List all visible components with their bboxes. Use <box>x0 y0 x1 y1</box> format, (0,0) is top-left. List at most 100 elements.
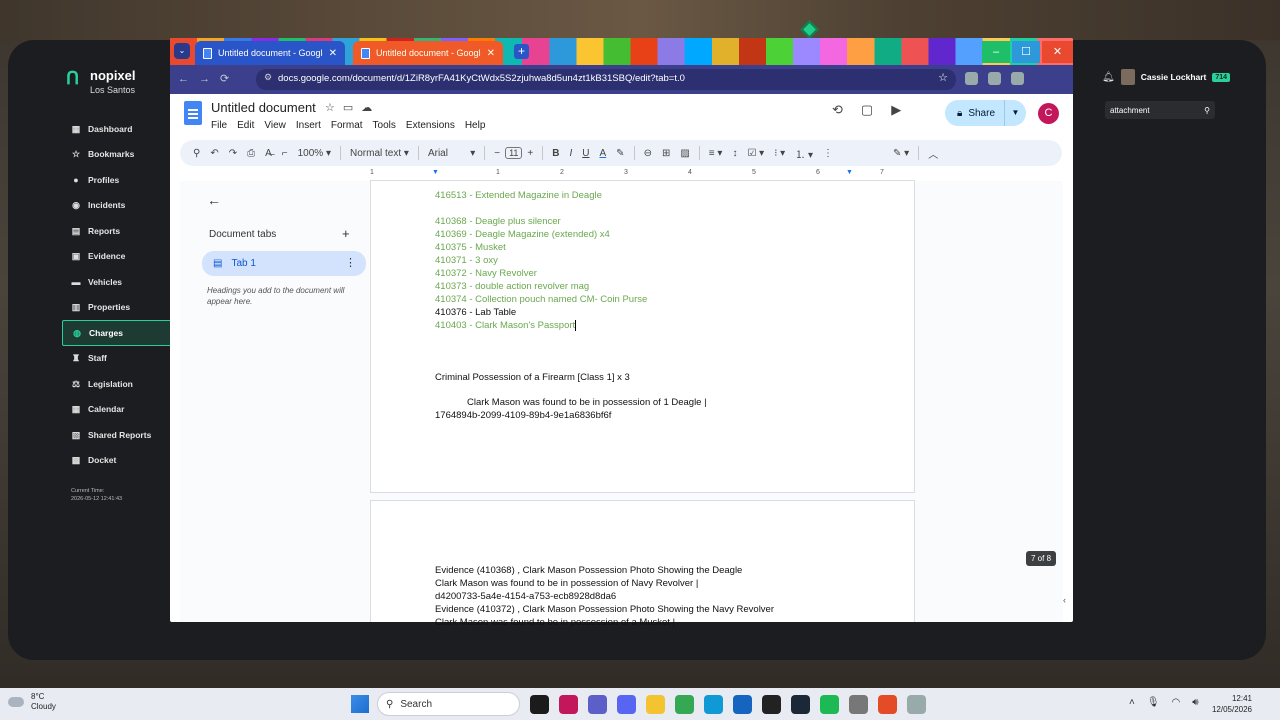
extension-icon[interactable] <box>965 72 978 85</box>
mdt-search-input[interactable]: attachment ⚲ <box>1105 101 1215 119</box>
more-options-icon[interactable]: ⋮ <box>345 256 356 269</box>
system-clock[interactable]: 12:41 12/05/2026 <box>1208 693 1252 715</box>
bell-icon[interactable]: 🔔︎ <box>1102 72 1115 83</box>
line-spacing-icon[interactable]: ↕ <box>727 148 742 159</box>
history-icon[interactable]: ⟲ <box>832 102 843 118</box>
volume-icon[interactable]: 🔊︎ <box>1192 697 1198 708</box>
nav-item-dashboard[interactable]: ▦ Dashboard <box>62 116 172 142</box>
extension-icon[interactable] <box>1011 72 1024 85</box>
menu-insert[interactable]: Insert <box>296 120 321 131</box>
comment-icon[interactable]: ▢ <box>861 102 873 118</box>
taskbar-search[interactable]: ⚲ Search <box>377 692 520 716</box>
numbered-list-icon[interactable]: ⒈ ▾ <box>790 146 818 161</box>
bulleted-list-icon[interactable]: ⁝ ▾ <box>769 148 790 159</box>
nav-item-charges[interactable]: ◍ Charges <box>62 320 172 346</box>
italic-icon[interactable]: I <box>564 148 577 159</box>
add-tab-icon[interactable]: + <box>342 226 350 241</box>
tab-search-icon[interactable]: ⌄ <box>174 43 190 59</box>
star-icon[interactable]: ☆ <box>325 102 343 114</box>
nav-item-bookmarks[interactable]: ☆ Bookmarks <box>62 142 172 168</box>
decrease-font-size-icon[interactable]: − <box>489 148 505 159</box>
underline-icon[interactable]: U <box>577 148 594 159</box>
app-icon[interactable] <box>559 695 578 714</box>
tab-1[interactable]: ▤ Tab 1 ⋮ <box>202 251 366 276</box>
nav-item-shared-reports[interactable]: ▧ Shared Reports <box>62 422 172 448</box>
chevron-up-icon[interactable]: ˄ <box>1129 697 1135 708</box>
chrome-icon[interactable] <box>675 695 694 714</box>
discord-icon[interactable] <box>617 695 636 714</box>
steam-icon[interactable] <box>791 695 810 714</box>
link-icon[interactable]: ⊖ <box>639 148 657 159</box>
window-close-button[interactable]: ✕ <box>1042 41 1073 63</box>
document-page[interactable]: 416513 - Extended Magazine in Deagle 410… <box>370 181 915 493</box>
minimize-button[interactable]: – <box>982 41 1010 63</box>
app-icon[interactable] <box>907 695 926 714</box>
app-icon[interactable] <box>762 695 781 714</box>
docs-logo-icon[interactable] <box>184 101 202 125</box>
style-select[interactable]: Normal text ▾ <box>345 148 414 159</box>
menu-tools[interactable]: Tools <box>373 120 396 131</box>
cloud-status-icon[interactable]: ☁ <box>361 102 380 114</box>
file-explorer-icon[interactable] <box>646 695 665 714</box>
paint-format-icon[interactable]: ⌐ <box>277 148 293 159</box>
indent-marker-icon[interactable]: ▼ <box>432 169 439 176</box>
undo-icon[interactable]: ↶ <box>205 148 223 159</box>
font-size-input[interactable]: 11 <box>505 147 523 159</box>
back-arrow-icon[interactable]: ← <box>207 192 221 208</box>
menu-format[interactable]: Format <box>331 120 363 131</box>
text-color-icon[interactable]: A <box>595 148 612 159</box>
bold-icon[interactable]: B <box>547 148 564 159</box>
align-icon[interactable]: ≡ ▾ <box>704 148 728 159</box>
nav-item-evidence[interactable]: ▣ Evidence <box>62 244 172 270</box>
store-icon[interactable] <box>733 695 752 714</box>
windows-start-icon[interactable] <box>351 695 369 713</box>
nav-item-legislation[interactable]: ⚖ Legislation <box>62 371 172 397</box>
zoom-select[interactable]: 100% ▾ <box>293 148 336 159</box>
insert-image-icon[interactable]: ▨ <box>675 148 694 159</box>
account-avatar[interactable]: C <box>1038 103 1059 124</box>
bookmark-star-icon[interactable]: ☆ <box>938 71 948 84</box>
weather-widget[interactable]: 8°C Cloudy <box>8 692 56 712</box>
menu-file[interactable]: File <box>211 120 227 131</box>
editing-mode-icon[interactable]: ✎ ▾ <box>888 148 914 159</box>
nav-item-reports[interactable]: ▤ Reports <box>62 218 172 244</box>
spellcheck-icon[interactable]: A̶ <box>260 148 277 159</box>
extension-icon[interactable] <box>988 72 1001 85</box>
share-button[interactable]: 🔒︎ Share ▼ <box>945 100 1026 126</box>
nav-item-incidents[interactable]: ◉ Incidents <box>62 193 172 219</box>
more-icon[interactable]: ⋮ <box>818 148 838 159</box>
add-comment-icon[interactable]: ⊞ <box>657 148 675 159</box>
browser-tab[interactable]: Untitled document - Google D... ✕ <box>353 41 503 65</box>
meet-icon[interactable]: ▶︎ <box>891 102 901 118</box>
menu-view[interactable]: View <box>264 120 286 131</box>
nav-item-properties[interactable]: ▥ Properties <box>62 295 172 321</box>
microphone-icon[interactable]: 🎙︎ <box>1147 697 1160 708</box>
edge-icon[interactable] <box>704 695 723 714</box>
nav-item-staff[interactable]: ♜ Staff <box>62 346 172 372</box>
chevron-left-icon[interactable]: ‹ <box>1063 595 1077 611</box>
menu-edit[interactable]: Edit <box>237 120 254 131</box>
checklist-icon[interactable]: ☑ ▾ <box>742 148 769 159</box>
nav-item-calendar[interactable]: ▦ Calendar <box>62 397 172 423</box>
browser-tab[interactable]: Untitled document - Google D... ✕ <box>195 41 345 65</box>
chrome-icon[interactable] <box>878 695 897 714</box>
teams-icon[interactable] <box>588 695 607 714</box>
increase-font-size-icon[interactable]: + <box>522 148 538 159</box>
spotify-icon[interactable] <box>820 695 839 714</box>
move-folder-icon[interactable]: ▭ <box>343 102 361 114</box>
search-icon[interactable]: ⚲ <box>188 148 205 159</box>
chevron-down-icon[interactable]: ▼ <box>1004 100 1026 126</box>
document-page[interactable]: Evidence (410368) , Clark Mason Possessi… <box>370 500 915 628</box>
menu-extensions[interactable]: Extensions <box>406 120 455 131</box>
wifi-icon[interactable]: ◠ <box>1172 697 1181 708</box>
print-icon[interactable]: ⎙ <box>242 148 260 159</box>
right-indent-marker-icon[interactable]: ▼ <box>846 169 853 176</box>
chevron-up-icon[interactable]: ︿ <box>923 146 943 161</box>
maximize-button[interactable]: ☐ <box>1012 41 1040 63</box>
task-view-icon[interactable] <box>530 695 549 714</box>
highlight-icon[interactable]: ✎ <box>611 148 629 159</box>
close-icon[interactable]: ✕ <box>487 48 495 59</box>
new-tab-button[interactable]: + <box>514 44 529 59</box>
font-select[interactable]: Arial ▾ <box>423 148 480 159</box>
settings-icon[interactable] <box>849 695 868 714</box>
